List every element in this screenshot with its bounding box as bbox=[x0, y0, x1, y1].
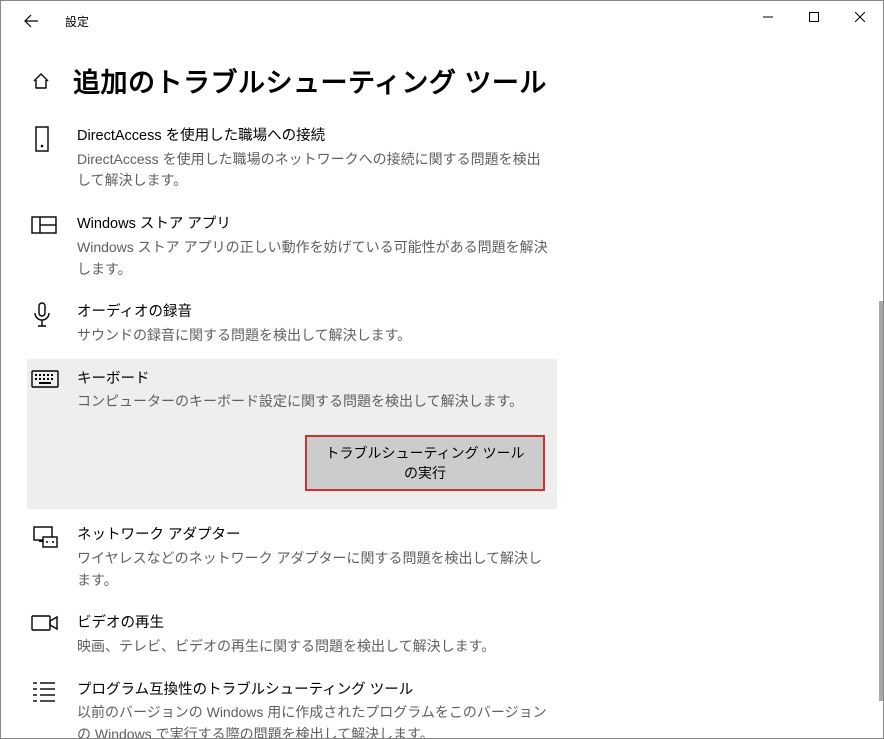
troubleshooter-item-network-adapter[interactable]: ネットワーク アダプター ワイヤレスなどのネットワーク アダプターに関する問題を… bbox=[31, 515, 561, 603]
troubleshooter-item-store-apps[interactable]: Windows ストア アプリ Windows ストア アプリの正しい動作を妨げ… bbox=[31, 204, 561, 292]
minimize-icon bbox=[763, 12, 773, 22]
item-desc: サウンドの録音に関する問題を検出して解決します。 bbox=[77, 325, 549, 347]
item-desc: 映画、テレビ、ビデオの再生に関する問題を検出して解決します。 bbox=[77, 636, 549, 658]
back-button[interactable] bbox=[17, 13, 45, 29]
item-title: ビデオの再生 bbox=[77, 613, 549, 635]
titlebar: 設定 bbox=[1, 1, 883, 41]
keyboard-icon bbox=[31, 369, 59, 389]
item-title: キーボード bbox=[77, 369, 545, 391]
troubleshooter-item-directaccess[interactable]: DirectAccess を使用した職場への接続 DirectAccess を使… bbox=[31, 116, 561, 204]
minimize-button[interactable] bbox=[745, 1, 791, 33]
maximize-icon bbox=[809, 12, 819, 22]
troubleshooter-item-keyboard[interactable]: キーボード コンピューターのキーボード設定に関する問題を検出して解決します。 ト… bbox=[27, 359, 557, 509]
run-troubleshooter-button[interactable]: トラブルシューティング ツールの実行 bbox=[305, 435, 545, 491]
page-header: 追加のトラブルシューティング ツール bbox=[31, 41, 853, 116]
maximize-button[interactable] bbox=[791, 1, 837, 33]
window-controls bbox=[745, 1, 883, 33]
tower-icon bbox=[31, 126, 53, 154]
item-title: プログラム互換性のトラブルシューティング ツール bbox=[77, 680, 549, 702]
item-title: Windows ストア アプリ bbox=[77, 214, 549, 236]
apps-icon bbox=[31, 214, 57, 236]
content-area: 追加のトラブルシューティング ツール DirectAccess を使用した職場へ… bbox=[1, 41, 883, 738]
home-button[interactable] bbox=[31, 71, 55, 91]
item-title: DirectAccess を使用した職場への接続 bbox=[77, 126, 549, 148]
close-button[interactable] bbox=[837, 1, 883, 33]
item-desc: DirectAccess を使用した職場のネットワークへの接続に関する問題を検出… bbox=[77, 149, 549, 192]
item-title: オーディオの録音 bbox=[77, 302, 549, 324]
item-desc: Windows ストア アプリの正しい動作を妨げている可能性がある問題を解決しま… bbox=[77, 237, 549, 280]
item-desc: コンピューターのキーボード設定に関する問題を検出して解決します。 bbox=[77, 391, 545, 413]
network-adapter-icon bbox=[31, 525, 59, 551]
vertical-scrollbar[interactable] bbox=[879, 301, 883, 701]
page-title: 追加のトラブルシューティング ツール bbox=[73, 61, 547, 100]
item-desc: ワイヤレスなどのネットワーク アダプターに関する問題を検出して解決します。 bbox=[77, 548, 549, 591]
microphone-icon bbox=[31, 302, 53, 330]
close-icon bbox=[855, 12, 865, 22]
item-title: ネットワーク アダプター bbox=[77, 525, 549, 547]
item-desc: 以前のバージョンの Windows 用に作成されたプログラムをこのバージョンの … bbox=[77, 702, 549, 738]
arrow-left-icon bbox=[23, 13, 39, 29]
home-icon bbox=[31, 71, 51, 91]
troubleshooter-item-video-playback[interactable]: ビデオの再生 映画、テレビ、ビデオの再生に関する問題を検出して解決します。 bbox=[31, 603, 561, 669]
window-title: 設定 bbox=[65, 13, 89, 30]
list-icon bbox=[31, 680, 57, 704]
troubleshooter-item-audio-recording[interactable]: オーディオの録音 サウンドの録音に関する問題を検出して解決します。 bbox=[31, 292, 561, 358]
video-icon bbox=[31, 613, 59, 633]
troubleshooter-item-program-compat[interactable]: プログラム互換性のトラブルシューティング ツール 以前のバージョンの Windo… bbox=[31, 670, 561, 738]
